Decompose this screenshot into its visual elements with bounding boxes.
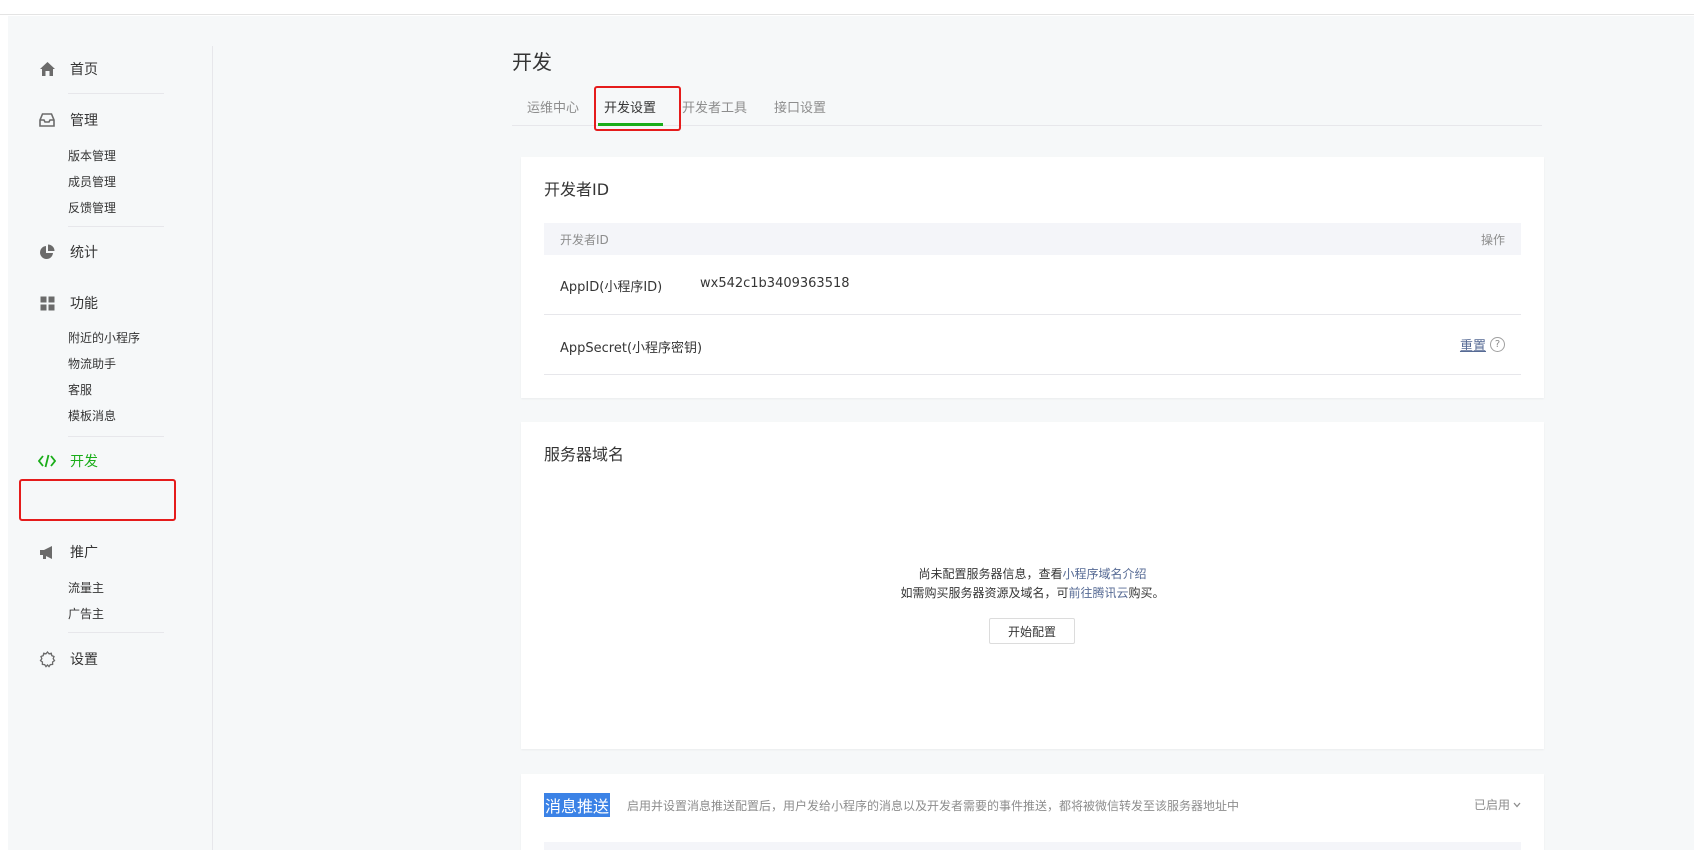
sidebar-item-home[interactable]: 首页 bbox=[38, 54, 98, 84]
reset-action: 重置 ? bbox=[1460, 335, 1505, 354]
sidebar: 首页 管理 版本管理 成员管理 反馈管理 统计 功能 附近的小程序 物流助手 客… bbox=[8, 46, 213, 850]
empty-state-line-2: 如需购买服务器资源及域名，可前往腾讯云购买。 bbox=[900, 586, 1165, 600]
sidebar-item-stats[interactable]: 统计 bbox=[38, 237, 98, 267]
message-push-description: 启用并设置消息推送配置后，用户发给小程序的消息以及开发者需要的事件推送，都将被微… bbox=[627, 799, 1240, 813]
column-header-action: 操作 bbox=[1480, 233, 1505, 247]
code-icon bbox=[38, 452, 56, 470]
sidebar-item-label: 开发 bbox=[70, 454, 98, 470]
card-title: 开发者ID bbox=[544, 180, 610, 199]
divider bbox=[68, 632, 164, 633]
inbox-icon bbox=[38, 111, 56, 129]
home-icon bbox=[38, 60, 56, 78]
message-push-card: 消息推送 启用并设置消息推送配置后，用户发给小程序的消息以及开发者需要的事件推送… bbox=[521, 774, 1544, 850]
sidebar-subitem-version[interactable]: 版本管理 bbox=[68, 146, 116, 166]
appsecret-label: AppSecret(小程序密钥) bbox=[560, 341, 703, 356]
top-bar bbox=[0, 0, 1694, 15]
sidebar-subitem-members[interactable]: 成员管理 bbox=[68, 172, 116, 192]
sidebar-item-promote[interactable]: 推广 bbox=[38, 537, 98, 567]
sidebar-item-label: 统计 bbox=[70, 245, 98, 261]
highlight-box-develop bbox=[19, 479, 176, 521]
server-domain-card: 服务器域名 尚未配置服务器信息，查看小程序域名介绍 如需购买服务器资源及域名，可… bbox=[521, 422, 1544, 749]
page-title: 开发 bbox=[512, 50, 552, 74]
gear-icon bbox=[38, 650, 56, 668]
card-title-selected: 消息推送 bbox=[544, 793, 611, 817]
sidebar-item-develop[interactable]: 开发 bbox=[38, 446, 98, 476]
divider bbox=[68, 436, 164, 437]
sidebar-item-label: 首页 bbox=[70, 62, 98, 78]
sidebar-subitem-nearby[interactable]: 附近的小程序 bbox=[68, 328, 140, 348]
sidebar-subitem-advertiser[interactable]: 广告主 bbox=[68, 604, 104, 624]
sidebar-item-settings[interactable]: 设置 bbox=[38, 644, 98, 674]
empty-state-line-1: 尚未配置服务器信息，查看小程序域名介绍 bbox=[918, 567, 1147, 581]
highlight-box-dev-settings bbox=[594, 86, 681, 131]
sidebar-subitem-feedback[interactable]: 反馈管理 bbox=[68, 198, 116, 218]
sidebar-subitem-traffic-owner[interactable]: 流量主 bbox=[68, 578, 104, 598]
developer-id-card: 开发者ID 开发者ID 操作 AppID(小程序ID) wx542c1b3409… bbox=[521, 157, 1544, 398]
grid-icon bbox=[38, 294, 56, 312]
help-icon[interactable]: ? bbox=[1490, 337, 1505, 352]
divider bbox=[68, 93, 164, 94]
sidebar-item-label: 推广 bbox=[70, 545, 98, 561]
message-push-status[interactable]: 已启用 bbox=[1474, 796, 1521, 813]
tab-ops-center[interactable]: 运维中心 bbox=[527, 97, 579, 116]
table-header: 开发者ID 操作 bbox=[544, 223, 1521, 255]
tencent-cloud-link[interactable]: 前往腾讯云 bbox=[1068, 586, 1128, 600]
table-row-appsecret: AppSecret(小程序密钥) 重置 ? bbox=[544, 315, 1521, 375]
page-canvas: 首页 管理 版本管理 成员管理 反馈管理 统计 功能 附近的小程序 物流助手 客… bbox=[8, 16, 1694, 850]
domain-intro-link[interactable]: 小程序域名介绍 bbox=[1063, 567, 1147, 581]
table-row-appid: AppID(小程序ID) wx542c1b3409363518 bbox=[544, 255, 1521, 315]
sidebar-item-manage[interactable]: 管理 bbox=[38, 105, 98, 135]
sidebar-item-label: 管理 bbox=[70, 113, 98, 129]
sidebar-subitem-logistics[interactable]: 物流助手 bbox=[68, 354, 116, 374]
divider bbox=[68, 226, 164, 227]
pie-chart-icon bbox=[38, 243, 56, 261]
empty-state-text: 尚未配置服务器信息，查看小程序域名介绍 如需购买服务器资源及域名，可前往腾讯云购… bbox=[521, 565, 1544, 603]
reset-link[interactable]: 重置 bbox=[1460, 335, 1486, 354]
column-header-id: 开发者ID bbox=[560, 233, 609, 247]
sidebar-item-label: 功能 bbox=[70, 296, 98, 312]
tab-api-settings[interactable]: 接口设置 bbox=[774, 97, 826, 116]
sidebar-item-label: 设置 bbox=[70, 652, 98, 668]
appid-value: wx542c1b3409363518 bbox=[700, 276, 850, 291]
sidebar-subitem-template-message[interactable]: 模板消息 bbox=[68, 406, 116, 426]
start-config-button[interactable]: 开始配置 bbox=[989, 618, 1075, 644]
megaphone-icon bbox=[38, 543, 56, 561]
table-header-partial bbox=[544, 842, 1521, 850]
chevron-down-icon bbox=[1513, 802, 1521, 808]
sidebar-subitem-customer-service[interactable]: 客服 bbox=[68, 380, 92, 400]
card-title: 服务器域名 bbox=[544, 445, 625, 464]
sidebar-item-features[interactable]: 功能 bbox=[38, 288, 98, 318]
tab-dev-tools[interactable]: 开发者工具 bbox=[682, 97, 747, 116]
appid-label: AppID(小程序ID) bbox=[560, 280, 663, 295]
